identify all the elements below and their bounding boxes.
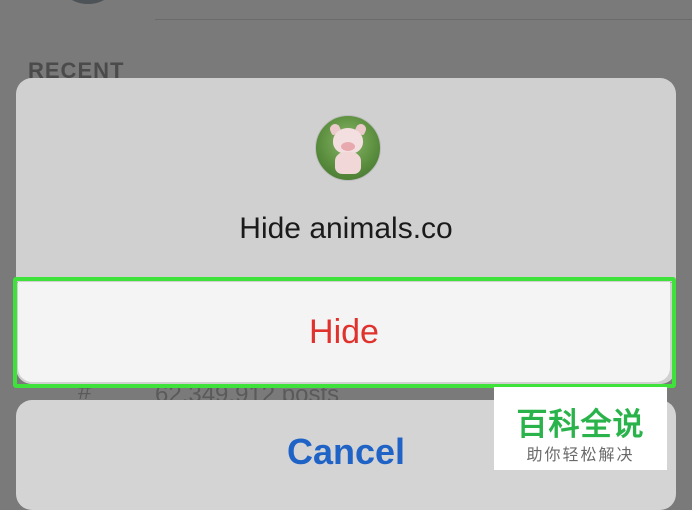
watermark-logo: 百科全说 助你轻松解决 bbox=[494, 387, 667, 470]
watermark-title: 百科全说 bbox=[516, 407, 645, 443]
background-divider bbox=[155, 19, 692, 20]
account-avatar bbox=[315, 115, 381, 181]
pig-body bbox=[335, 152, 361, 174]
hide-button[interactable]: Hide bbox=[18, 282, 670, 382]
sheet-title: Hide animals.co bbox=[239, 212, 453, 245]
watermark-subtitle: 助你轻松解决 bbox=[526, 445, 635, 464]
background-avatar bbox=[60, 0, 116, 4]
pig-snout bbox=[341, 142, 355, 151]
